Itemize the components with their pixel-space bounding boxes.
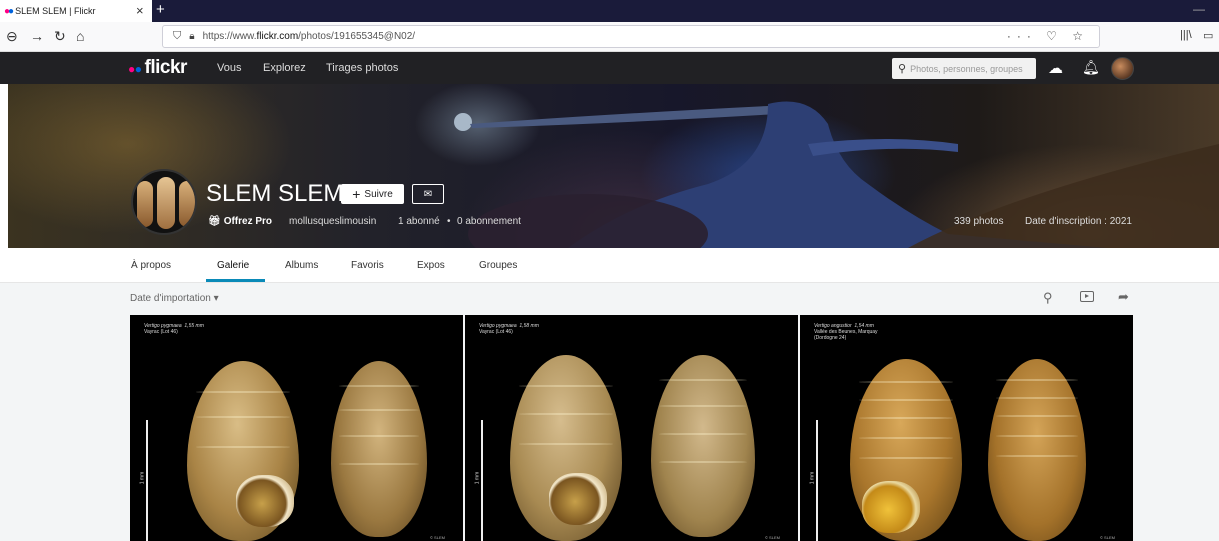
tab-a-propos[interactable]: À propos [131, 260, 171, 271]
scale-bar [481, 420, 483, 541]
reload-icon[interactable]: ↻ [54, 28, 66, 44]
scale-bar [146, 420, 148, 541]
scale-label: 1 mm [139, 471, 146, 485]
offer-pro-link[interactable]: 🎁︎ Offrez Pro [208, 216, 272, 227]
tab-favoris[interactable]: Favoris [351, 260, 384, 271]
library-icon[interactable]: |||\ [1180, 29, 1192, 41]
tab-groupes[interactable]: Groupes [479, 260, 517, 271]
share-icon[interactable]: ➦ [1118, 289, 1129, 305]
followers-link[interactable]: 1 abonné [398, 216, 440, 227]
tab-albums[interactable]: Albums [285, 260, 318, 271]
plus-icon: + [352, 186, 361, 202]
meta-separator: • [447, 216, 451, 227]
shield-icon[interactable]: ⛉ [173, 30, 181, 43]
photo-caption: Vertigo pygmaea 1,58 mm Vayrac (Lot 46) [479, 323, 539, 335]
url-text: https://www.flickr.com/photos/191655345@… [202, 31, 416, 42]
tab-title: SLEM SLEM | Flickr [15, 6, 96, 16]
join-date: Date d'inscription : 2021 [1025, 216, 1132, 227]
search-input[interactable]: ⚲ Photos, personnes, groupes [892, 58, 1036, 79]
mail-icon: ✉ [423, 188, 433, 200]
nav-vous[interactable]: Vous [217, 62, 241, 74]
gallery-search-icon[interactable]: ⚲ [1043, 290, 1053, 306]
photo-caption: Vertigo angustior 1,54 mm Vallée des Beun… [814, 323, 878, 341]
photo-credit: © SLEM [765, 535, 780, 540]
profile-avatar[interactable] [131, 169, 197, 235]
user-avatar[interactable] [1111, 57, 1134, 80]
tab-galerie[interactable]: Galerie [217, 260, 249, 271]
photo-credit: © SLEM [1100, 535, 1115, 540]
tab-close-icon[interactable]: × [136, 4, 144, 17]
profile-subnav: À propos Galerie Albums Favoris Expos Gr… [0, 248, 1219, 283]
photo-caption: Vertigo pygmaea 1,55 mm Vayrac (Lot 46) [144, 323, 204, 335]
slideshow-icon[interactable] [1080, 291, 1094, 302]
flickr-favicon-icon: ●● [4, 5, 14, 17]
follow-button[interactable]: + Suivre [341, 184, 404, 204]
back-icon[interactable]: ⊖ [6, 28, 18, 44]
browser-tab-bar: ●● SLEM SLEM | Flickr × + — [0, 0, 1219, 22]
active-tab-indicator [206, 279, 265, 282]
flickr-logo[interactable]: ●● flickr [128, 57, 187, 79]
gallery: Date d'importation ▾ ⚲ ➦ Vertigo pygmaea… [0, 283, 1219, 541]
profile-username: mollusqueslimousin [289, 216, 377, 227]
lock-icon[interactable]: 🔒︎ [189, 31, 194, 42]
gallery-photo[interactable]: Vertigo pygmaea 1,55 mm Vayrac (Lot 46) 1… [130, 315, 463, 541]
new-tab-icon[interactable]: + [156, 2, 165, 17]
scale-label: 1 mm [809, 471, 816, 485]
scale-label: 1 mm [474, 471, 481, 485]
forward-icon[interactable]: → [30, 28, 44, 44]
search-icon: ⚲ [898, 63, 907, 75]
url-bar[interactable]: ⛉ 🔒︎ https://www.flickr.com/photos/19165… [162, 25, 1100, 48]
gallery-photo[interactable]: Vertigo pygmaea 1,58 mm Vayrac (Lot 46) 1… [465, 315, 798, 541]
upload-cloud-icon[interactable]: ☁ [1048, 59, 1063, 77]
nav-tirages-photos[interactable]: Tirages photos [326, 62, 398, 74]
profile-name: SLEM SLEM [206, 180, 344, 207]
gallery-photo[interactable]: Vertigo angustior 1,54 mm Vallée des Beun… [800, 315, 1133, 541]
message-button[interactable]: ✉ [412, 184, 444, 204]
photo-credit: © SLEM [430, 535, 445, 540]
tab-expos[interactable]: Expos [417, 260, 445, 271]
browser-tab[interactable]: ●● SLEM SLEM | Flickr [0, 0, 152, 22]
nav-explorez[interactable]: Explorez [263, 62, 306, 74]
sort-dropdown[interactable]: Date d'importation ▾ [130, 293, 219, 304]
gift-icon: 🎁︎ [208, 216, 221, 227]
browser-nav-bar: ⊖ → ↻ ⌂ ⛉ 🔒︎ https://www.flickr.com/phot… [0, 22, 1219, 52]
site-header: ●● flickr Vous Explorez Tirages photos ⚲ … [0, 52, 1219, 84]
page-actions-icon[interactable]: ··· ♡ ☆ [1007, 29, 1089, 43]
scale-bar [816, 420, 818, 541]
photo-count: 339 photos [954, 216, 1004, 227]
home-icon[interactable]: ⌂ [76, 28, 84, 44]
notifications-bell-icon[interactable]: 🔔︎ [1082, 59, 1100, 76]
sidebar-icon[interactable]: ▭ [1203, 29, 1213, 42]
window-minimize-icon[interactable]: — [1193, 2, 1205, 16]
following-link[interactable]: 0 abonnement [457, 216, 521, 227]
